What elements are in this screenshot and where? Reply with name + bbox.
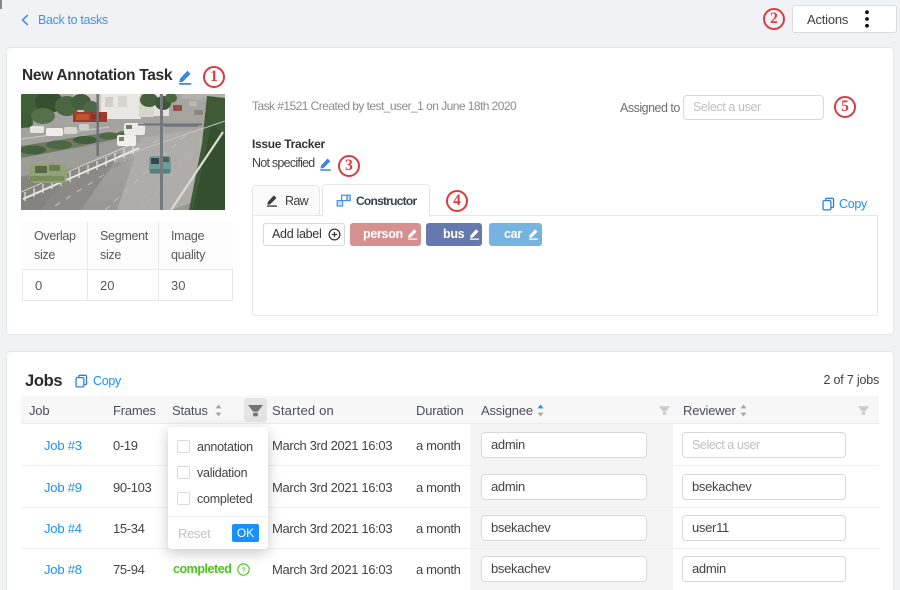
svg-text:?: ?	[241, 565, 245, 574]
